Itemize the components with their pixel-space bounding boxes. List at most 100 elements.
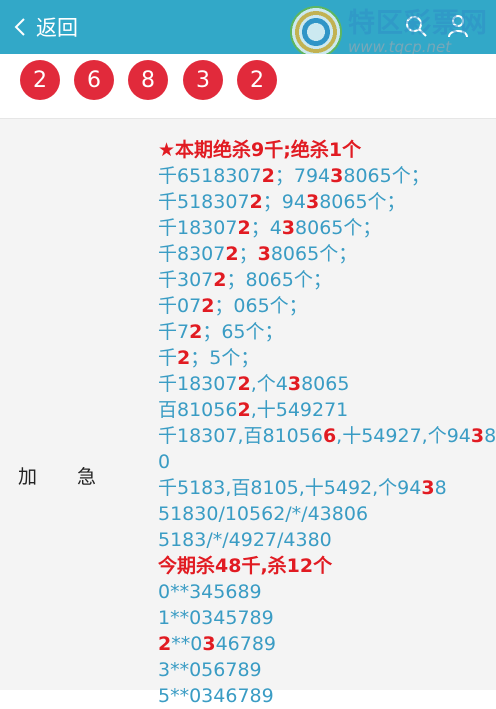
line-text: 今期杀48千 xyxy=(158,555,261,577)
highlight-digit: 2 xyxy=(189,321,203,343)
highlight-digit: 3 xyxy=(202,633,216,655)
line-text: 46789 xyxy=(215,633,277,655)
prediction-line: 千65183072；79438065个； xyxy=(158,163,488,189)
prediction-heading: ★本期绝杀9千;绝杀1个 xyxy=(158,137,488,163)
prediction-content: ★本期绝杀9千;绝杀1个 千65183072；79438065个； 千5183072… xyxy=(158,137,496,709)
line-text: ；65个； xyxy=(202,321,284,343)
prediction-line: 千3072；8065个； xyxy=(158,267,488,293)
line-text: 8 xyxy=(434,477,447,499)
prediction-line: 千83072；38065个； xyxy=(158,241,488,267)
line-text: ；94 xyxy=(262,191,306,213)
line-text: 0 xyxy=(158,451,171,473)
line-text: 绝杀1个 xyxy=(290,139,362,161)
result-ball: 8 xyxy=(128,60,168,100)
back-button[interactable]: 返回 xyxy=(14,0,78,54)
prediction-line: 千5183,百8105,十5492,个9438 xyxy=(158,475,488,501)
prediction-line: 千183072,个438065 xyxy=(158,371,488,397)
prediction-table: 加急 ★本期绝杀9千;绝杀1个 千65183072；79438065个； 千5183… xyxy=(0,118,496,707)
line-text: ★本期绝杀9千 xyxy=(158,139,284,161)
highlight-digit: 6 xyxy=(322,425,337,447)
line-text: 8065个； xyxy=(295,217,382,239)
highlight-digit: 3 xyxy=(470,425,485,447)
line-text: ；5个； xyxy=(190,347,260,369)
line-text: ；8065个； xyxy=(226,269,332,291)
top-bar: 返回 特区彩票网 www.tqcp.net xyxy=(0,0,496,58)
line-text: ,十54927,个94 xyxy=(336,425,471,447)
result-ball: 3 xyxy=(183,60,223,100)
prediction-line: 5183/*/4927/4380 xyxy=(158,527,488,553)
line-text: ；4 xyxy=(250,217,282,239)
highlight-digit: 2 xyxy=(177,347,191,369)
site-watermark: 特区彩票网 www.tqcp.net xyxy=(290,6,488,58)
line-text: 8065个； xyxy=(343,165,430,187)
line-text: **0 xyxy=(171,633,203,655)
line-text: 5183/*/4927/4380 xyxy=(158,529,332,551)
line-text: 百81056 xyxy=(158,399,238,421)
prediction-line: 千2；5个； xyxy=(158,345,488,371)
line-text: 8065个； xyxy=(270,243,358,265)
line-text: 5**0346789 xyxy=(158,685,274,707)
line-text: 千18307,百81056 xyxy=(158,425,323,447)
prediction-line: 千5183072；9438065个； xyxy=(158,189,488,215)
line-text: ,个4 xyxy=(250,373,288,395)
prediction-line: 千072；065个； xyxy=(158,293,488,319)
highlight-digit: 2 xyxy=(225,243,239,265)
prediction-line: 51830/10562/*/43806 xyxy=(158,501,488,527)
highlight-digit: 2 xyxy=(249,191,263,213)
line-text: 0**345689 xyxy=(158,581,262,603)
highlight-digit: 2 xyxy=(158,633,172,655)
draw-result-balls: 2 6 8 3 2 xyxy=(0,54,496,118)
back-label: 返回 xyxy=(36,16,78,40)
prediction-line: 2**0346789 xyxy=(158,631,488,657)
highlight-digit: 2 xyxy=(237,373,251,395)
result-ball: 6 xyxy=(74,60,114,100)
highlight-digit: 2 xyxy=(237,217,251,239)
line-text: 千6518307 xyxy=(158,165,262,187)
line-text: 千307 xyxy=(158,269,214,291)
row-label-char: 急 xyxy=(77,466,97,488)
highlight-digit: 2 xyxy=(261,165,275,187)
line-text: 8065个； xyxy=(319,191,406,213)
prediction-line: 0**345689 xyxy=(158,579,488,605)
prediction-line: 3**056789 xyxy=(158,657,488,683)
prediction-line: 5**0346789 xyxy=(158,683,488,709)
highlight-digit: 2 xyxy=(213,269,227,291)
prediction-heading: 今期杀48千,杀12个 xyxy=(158,553,488,579)
line-text: ； xyxy=(238,243,258,265)
highlight-digit: 2 xyxy=(237,399,251,421)
line-text: 51830/10562/*/43806 xyxy=(158,503,369,525)
highlight-digit: 3 xyxy=(330,165,344,187)
prediction-line: 0 xyxy=(158,449,488,475)
highlight-digit: 3 xyxy=(257,243,271,265)
line-text: 千8307 xyxy=(158,243,226,265)
line-text: 千7 xyxy=(158,321,190,343)
row-label-char: 加 xyxy=(18,466,38,488)
highlight-digit: 3 xyxy=(287,373,302,395)
line-text: ,十549271 xyxy=(250,399,349,421)
line-text: 3**056789 xyxy=(158,659,262,681)
line-text: 千18307 xyxy=(158,217,238,239)
line-text: 千07 xyxy=(158,295,202,317)
site-logo xyxy=(290,6,342,58)
highlight-digit: 3 xyxy=(421,477,435,499)
line-text: ；065个； xyxy=(214,295,308,317)
prediction-line: 百810562,十549271 xyxy=(158,397,488,423)
line-text: 杀12个 xyxy=(267,555,333,577)
highlight-digit: 3 xyxy=(281,217,296,239)
line-text: , xyxy=(260,555,268,577)
chevron-left-icon xyxy=(14,18,25,36)
line-text: 千 xyxy=(158,347,178,369)
watermark-name: 特区彩票网 xyxy=(348,8,488,39)
line-text: 千518307 xyxy=(158,191,250,213)
line-text: 8065 xyxy=(301,373,350,395)
line-text: ; xyxy=(283,139,291,161)
watermark-url: www.tqcp.net xyxy=(348,38,452,56)
prediction-line: 千72；65个； xyxy=(158,319,488,345)
result-ball: 2 xyxy=(237,60,277,100)
highlight-digit: 3 xyxy=(305,191,320,213)
prediction-line: 千18307,百810566,十54927,个9438 xyxy=(158,423,496,449)
result-ball: 2 xyxy=(20,60,60,100)
line-text: 千5183,百8105,十5492,个94 xyxy=(158,477,422,499)
highlight-digit: 2 xyxy=(201,295,215,317)
row-label: 加急 xyxy=(18,462,96,489)
